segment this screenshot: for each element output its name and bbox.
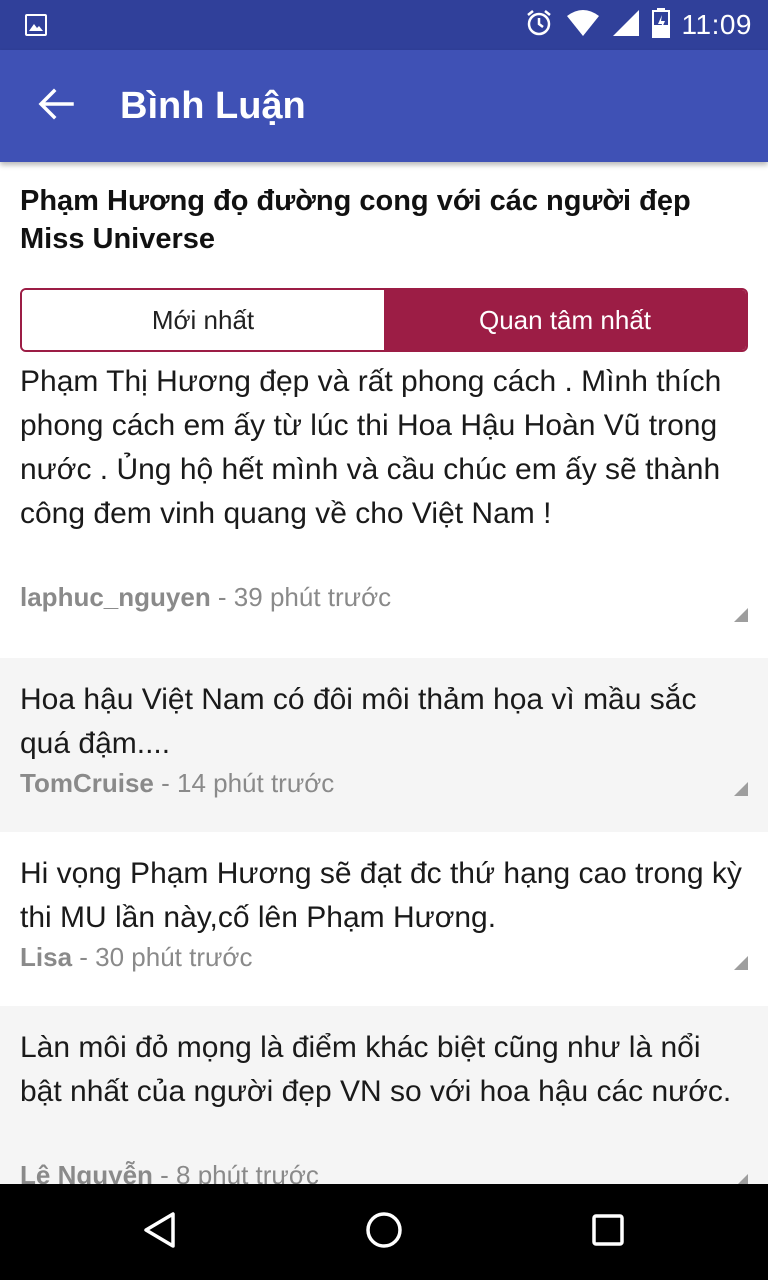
comment-meta: TomCruise - 14 phút trước bbox=[20, 768, 334, 799]
nav-home-button[interactable] bbox=[360, 1208, 408, 1256]
arrow-back-icon bbox=[38, 86, 74, 127]
comment-item[interactable]: Làn môi đỏ mọng là điểm khác biệt cũng n… bbox=[0, 1006, 768, 1184]
comment-item[interactable]: Phạm Thị Hương đẹp và rất phong cách . M… bbox=[0, 352, 768, 658]
article-title: Phạm Hương đọ đường cong với các người đ… bbox=[20, 185, 691, 255]
comments-content[interactable]: Phạm Hương đọ đường cong với các người đ… bbox=[0, 162, 768, 1184]
battery-icon bbox=[651, 7, 670, 43]
recents-square-icon bbox=[588, 1210, 628, 1255]
comment-text: Hoa hậu Việt Nam có đôi môi thảm họa vì … bbox=[20, 683, 697, 760]
expand-corner-icon[interactable] bbox=[734, 956, 748, 970]
status-icons: 11:09 bbox=[524, 0, 753, 50]
screen: 11:09 Bình Luận Phạm Hương đọ đường cong… bbox=[0, 0, 768, 1280]
comment-time: - 30 phút trước bbox=[72, 942, 253, 972]
system-nav-bar bbox=[0, 1184, 768, 1280]
sort-tabs: Mới nhất Quan tâm nhất bbox=[20, 288, 748, 352]
comment-meta: laphuc_nguyen - 39 phút trước bbox=[20, 582, 391, 613]
clock-time: 11:09 bbox=[681, 9, 752, 40]
comment-author[interactable]: Lê Nguyễn bbox=[20, 1160, 153, 1184]
signal-icon bbox=[612, 9, 640, 42]
comment-time: - 39 phút trước bbox=[210, 582, 392, 612]
alarm-icon bbox=[524, 8, 554, 43]
comment-author[interactable]: laphuc_nguyen bbox=[20, 582, 211, 612]
back-button[interactable] bbox=[24, 74, 88, 138]
tab-most-interested[interactable]: Quan tâm nhất bbox=[384, 290, 746, 350]
app-title: Bình Luận bbox=[120, 85, 306, 127]
comment-meta: Lisa - 30 phút trước bbox=[20, 942, 252, 973]
app-bar: Bình Luận bbox=[0, 50, 768, 162]
image-icon bbox=[24, 13, 48, 37]
comment-meta: Lê Nguyễn - 8 phút trước bbox=[20, 1160, 319, 1184]
home-circle-icon bbox=[364, 1210, 404, 1255]
comment-item[interactable]: Hoa hậu Việt Nam có đôi môi thảm họa vì … bbox=[0, 658, 768, 832]
comment-author[interactable]: Lisa bbox=[20, 942, 72, 972]
comment-text: Phạm Thị Hương đẹp và rất phong cách . M… bbox=[20, 365, 722, 530]
status-bar: 11:09 bbox=[0, 0, 768, 50]
comment-time: - 8 phút trước bbox=[152, 1160, 319, 1184]
tab-newest[interactable]: Mới nhất bbox=[22, 290, 384, 350]
comment-author[interactable]: TomCruise bbox=[20, 768, 154, 798]
expand-corner-icon[interactable] bbox=[734, 782, 748, 796]
nav-back-button[interactable] bbox=[136, 1208, 184, 1256]
comment-time: - 14 phút trước bbox=[153, 768, 335, 798]
expand-corner-icon[interactable] bbox=[734, 1174, 748, 1184]
back-triangle-icon bbox=[140, 1210, 180, 1255]
comment-text: Làn môi đỏ mọng là điểm khác biệt cũng n… bbox=[20, 1031, 732, 1108]
expand-corner-icon[interactable] bbox=[734, 608, 748, 622]
comment-item[interactable]: Hi vọng Phạm Hương sẽ đạt đc thứ hạng ca… bbox=[0, 832, 768, 1006]
comment-text: Hi vọng Phạm Hương sẽ đạt đc thứ hạng ca… bbox=[20, 857, 742, 934]
wifi-icon bbox=[566, 9, 600, 42]
nav-recents-button[interactable] bbox=[584, 1208, 632, 1256]
